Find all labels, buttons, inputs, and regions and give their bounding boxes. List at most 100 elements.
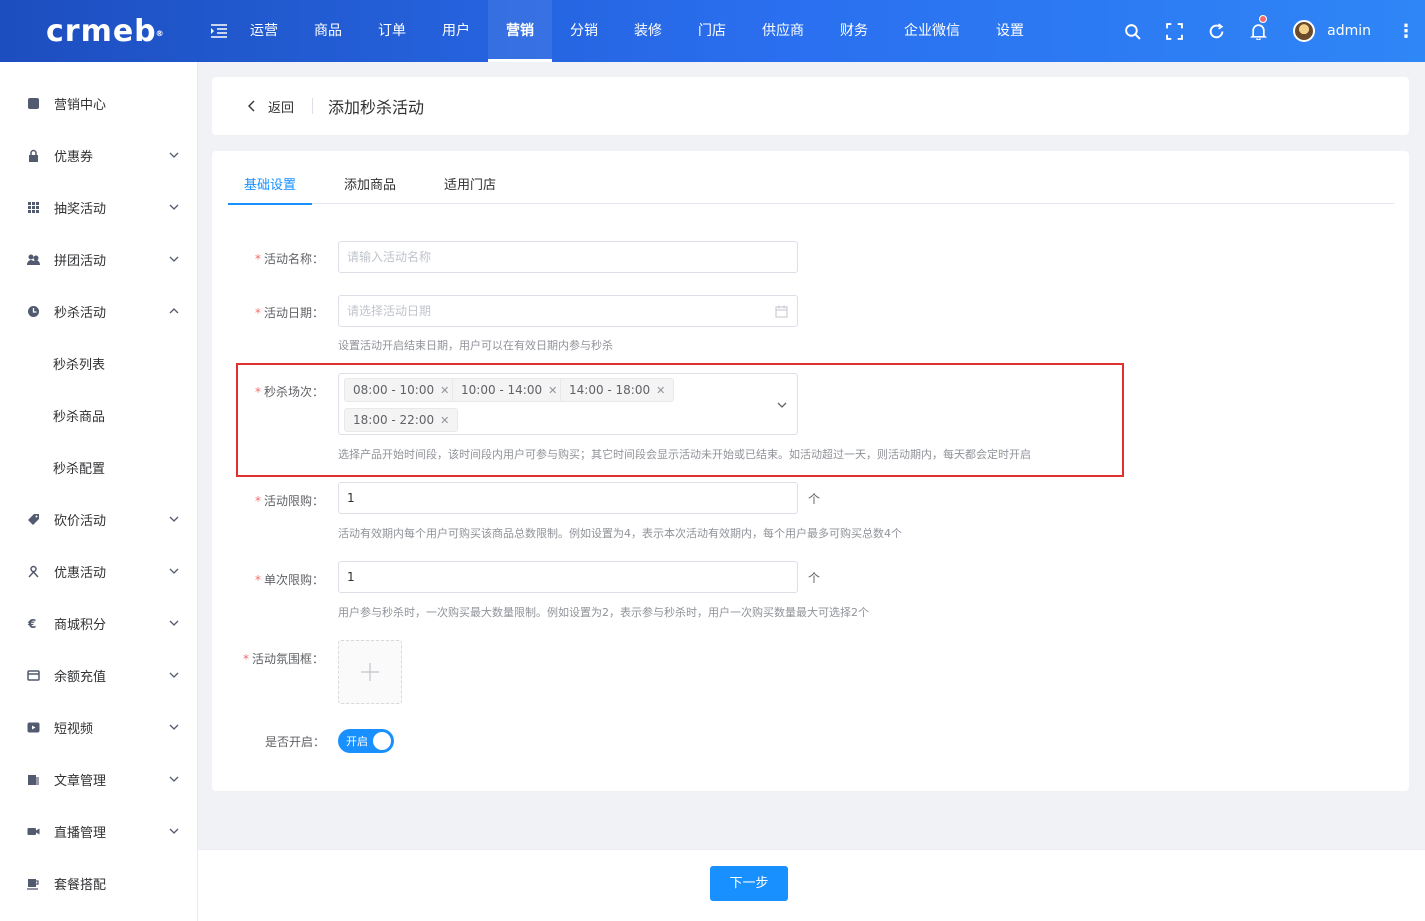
sidebar-item[interactable]: 套餐搭配 [0,857,197,909]
sidebar-item[interactable]: 砍价活动 [0,493,197,545]
tag-icon [26,512,40,526]
cup-icon [26,876,40,890]
sidebar-item-label: 文章管理 [54,773,107,789]
close-icon[interactable]: ✕ [440,380,449,402]
page-header-card: 返回 添加秒杀活动 [212,77,1409,135]
menu-fold-icon[interactable] [211,24,227,38]
sidebar-item[interactable]: 优惠活动 [0,545,197,597]
topnav-item[interactable]: 装修 [616,0,680,62]
sidebar-item[interactable]: 营销中心 [0,77,197,129]
grid-icon [26,200,40,214]
session-tag-label: 14:00 - 18:00 [569,383,651,397]
topnav-item[interactable]: 营销 [488,0,552,62]
session-tag-label: 08:00 - 10:00 [353,383,435,397]
sidebar-item[interactable]: 余额充值 [0,649,197,701]
sidebar-item[interactable]: 文章管理 [0,753,197,805]
sidebar-item-label: 短视频 [54,721,94,737]
header-toolbar: admin ⋮ [1111,0,1425,62]
close-icon[interactable]: ✕ [440,410,449,432]
sidebar-subitem[interactable]: 秒杀配置 [0,441,197,493]
form-tab[interactable]: 基础设置 [228,173,313,205]
next-step-button[interactable]: 下一步 [710,866,788,901]
sidebar-item-label: 秒杀活动 [54,305,107,321]
sidebar-item-label: 拼团活动 [54,253,107,269]
single-limit-unit: 个 [808,571,821,585]
session-tag: 14:00 - 18:00 ✕ [560,378,675,402]
close-icon[interactable]: ✕ [656,380,665,402]
sidebar-item-label: 套餐搭配 [54,877,107,893]
more-menu-icon[interactable]: ⋮ [1393,0,1419,62]
back-button[interactable]: 返回 [246,96,294,116]
topnav-item[interactable]: 企业微信 [886,0,978,62]
topnav-item[interactable]: 商品 [296,0,360,62]
sidebar-item[interactable]: 短视频 [0,701,197,753]
sidebar-item[interactable]: 秒杀活动 [0,285,197,337]
brand-logo[interactable]: crmeb ® [46,12,164,52]
topnav-item[interactable]: 运营 [232,0,296,62]
activity-name-label: * 活动名称： [255,252,325,266]
single-limit-input[interactable]: 1 [338,561,798,593]
close-icon[interactable]: ✕ [548,380,557,402]
gift-icon [26,564,40,578]
fullscreen-icon[interactable] [1153,0,1195,62]
sidebar-item-label: 商城积分 [54,617,107,633]
session-tag-label: 10:00 - 14:00 [461,383,543,397]
sidebar-item-label: 砍价活动 [54,513,107,529]
top-header: crmeb ® 运营 商品 订单 用户 营销 分销 装修 门店 供应商 财务 企业微信 设置 admin… [0,0,1425,62]
sidebar-item[interactable]: 抽奖活动 [0,181,197,233]
chevron-down-icon [169,516,179,522]
user-name[interactable]: admin [1327,23,1371,39]
group-icon [26,252,40,266]
topnav-item[interactable]: 订单 [360,0,424,62]
form-tab[interactable]: 适用门店 [428,173,512,204]
euro-icon: € [26,616,40,630]
total-limit-label: * 活动限购： [255,494,325,508]
topnav-item[interactable]: 供应商 [744,0,822,62]
sessions-select[interactable]: 08:00 - 10:00 ✕ 10:00 - 14:00 ✕ 14:00 - 18:0… [338,373,798,435]
search-icon[interactable] [1111,0,1153,62]
clock-icon [26,304,40,318]
chevron-down-icon [169,568,179,574]
chevron-down-icon [169,724,179,730]
topnav-item[interactable]: 分销 [552,0,616,62]
switch-text: 开启 [346,735,368,748]
back-label: 返回 [268,100,295,116]
sidebar-item[interactable]: € 商城积分 [0,597,197,649]
form-tab[interactable]: 添加商品 [328,173,412,204]
logo-text: crmeb [46,14,157,49]
sidebar-subitem[interactable]: 秒杀列表 [0,337,197,389]
refresh-icon[interactable] [1195,0,1237,62]
atmosphere-frame-upload[interactable] [338,640,402,704]
topnav-item[interactable]: 财务 [822,0,886,62]
single-limit-label: * 单次限购： [255,573,325,587]
sidebar-item-label: 优惠券 [54,149,94,165]
sidebar-subitem[interactable]: 秒杀商品 [0,389,197,441]
avatar[interactable] [1293,20,1316,42]
total-limit-input[interactable]: 1 [338,482,798,514]
topnav-item[interactable]: 门店 [680,0,744,62]
enabled-switch[interactable]: 开启 [338,729,394,753]
sidebar-item-label: 优惠活动 [54,565,107,581]
svg-text:€: € [27,617,36,630]
sidebar-item-label: 抽奖活动 [54,201,107,217]
single-limit-hint: 用户参与秒杀时，一次购买最大数量限制。例如设置为2，表示参与秒杀时，用户一次购买… [338,606,869,619]
session-tag: 08:00 - 10:00 ✕ [344,378,459,402]
form-tabs: 基础设置 添加商品 适用门店 [228,173,1394,205]
session-tag: 10:00 - 14:00 ✕ [452,378,567,402]
sidebar-item[interactable]: 直播管理 [0,805,197,857]
plus-icon [361,663,379,681]
sessions-hint: 选择产品开始时间段，该时间段内用户可参与购买；其它时间段会显示活动未开始或已结束… [338,448,1031,461]
chevron-up-icon [169,308,179,314]
sidebar-item[interactable]: 拼团活动 [0,233,197,285]
topnav-item[interactable]: 用户 [424,0,488,62]
notification-bell-icon[interactable] [1237,0,1279,62]
sidebar-item-label: 营销中心 [54,97,107,113]
video-icon [26,720,40,734]
sidebar-item[interactable]: 优惠券 [0,129,197,181]
chevron-down-icon [169,152,179,158]
registered-mark: ® [155,29,165,38]
chevron-down-icon [169,620,179,626]
topnav-item[interactable]: 设置 [978,0,1042,62]
activity-date-picker[interactable]: 请选择活动日期 [338,295,798,327]
activity-name-input[interactable]: 请输入活动名称 [338,241,798,273]
